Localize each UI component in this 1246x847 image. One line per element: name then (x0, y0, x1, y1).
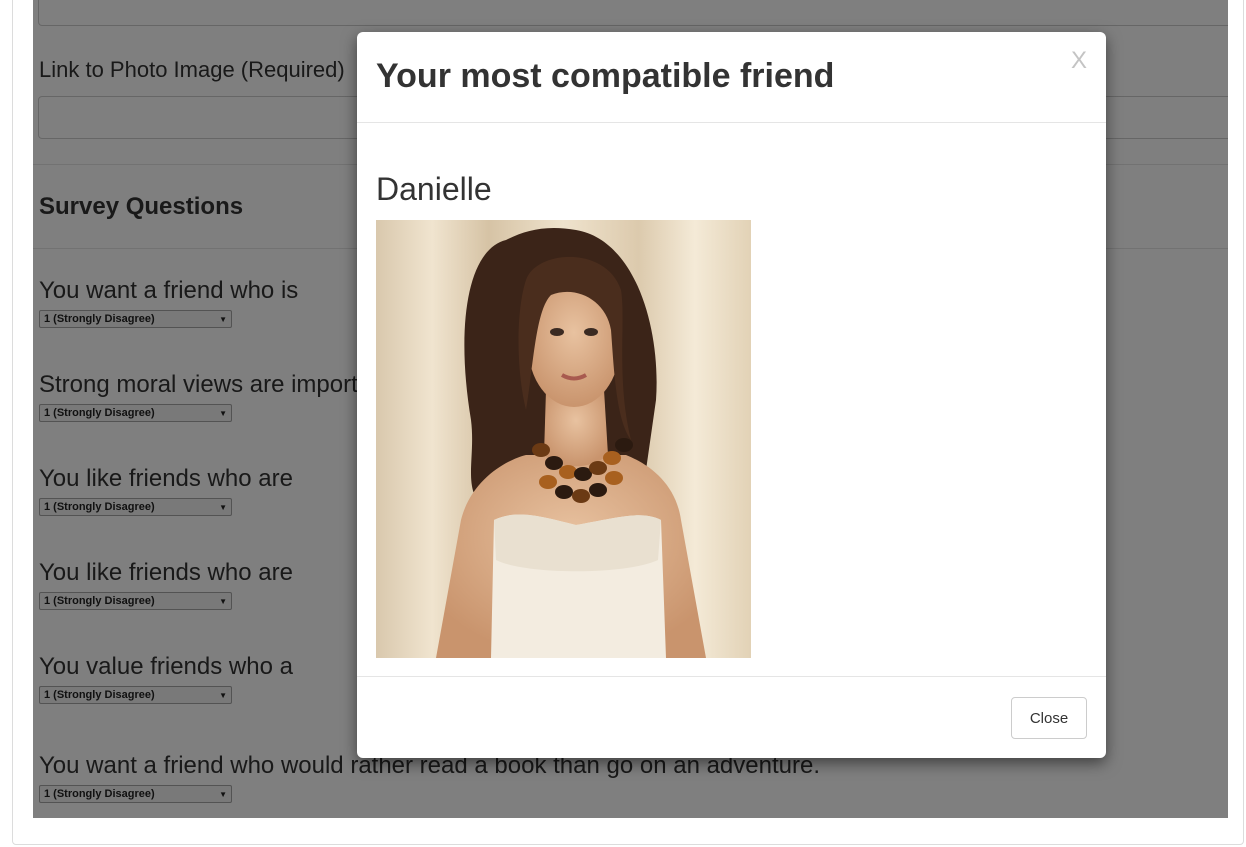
friend-photo (376, 220, 751, 658)
modal-footer: Close (357, 676, 1106, 758)
close-button[interactable]: Close (1011, 697, 1087, 739)
modal-header: Your most compatible friend X (357, 32, 1106, 123)
modal-title: Your most compatible friend (376, 57, 835, 95)
close-icon[interactable]: X (1071, 47, 1087, 75)
match-modal: Your most compatible friend X Danielle C… (357, 32, 1106, 758)
friend-name: Danielle (376, 171, 492, 207)
